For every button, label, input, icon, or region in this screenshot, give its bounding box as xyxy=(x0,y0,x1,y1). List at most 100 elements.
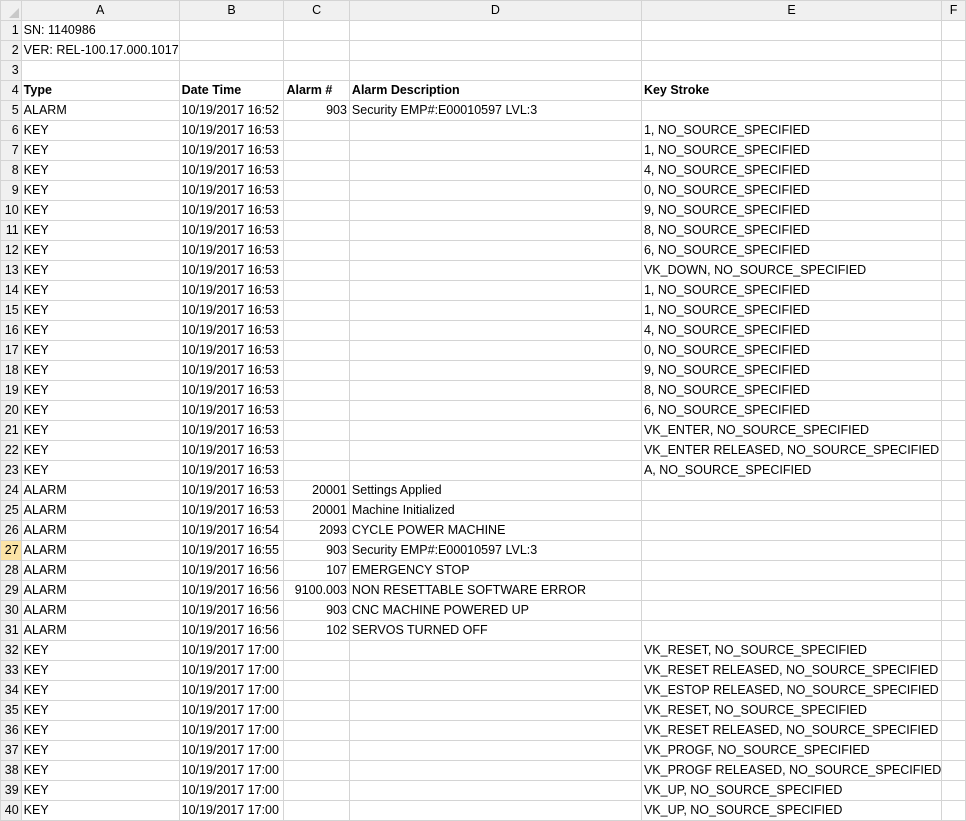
column-header-a[interactable]: A xyxy=(20,0,180,21)
cell-empty[interactable] xyxy=(941,600,966,621)
cell-key-stroke[interactable]: VK_UP, NO_SOURCE_SPECIFIED xyxy=(640,780,943,801)
cell-key-stroke[interactable]: 9, NO_SOURCE_SPECIFIED xyxy=(640,200,943,221)
column-header-c[interactable]: C xyxy=(283,0,350,21)
cell-type[interactable]: KEY xyxy=(20,220,180,241)
row-header[interactable]: 22 xyxy=(0,440,22,461)
cell-alarm-number[interactable] xyxy=(283,760,350,781)
cell-empty[interactable] xyxy=(941,560,966,581)
cell-type[interactable]: KEY xyxy=(20,700,180,721)
cell-empty[interactable] xyxy=(941,300,966,321)
cell-key-stroke[interactable] xyxy=(640,600,943,621)
cell-type[interactable]: KEY xyxy=(20,340,180,361)
row-header[interactable]: 40 xyxy=(0,800,22,821)
cell-empty[interactable] xyxy=(941,540,966,561)
row-header[interactable]: 15 xyxy=(0,300,22,321)
cell-empty[interactable] xyxy=(941,720,966,741)
cell-type[interactable]: KEY xyxy=(20,680,180,701)
cell-alarm-description[interactable] xyxy=(348,660,642,681)
cell-date-time[interactable]: 10/19/2017 17:00 xyxy=(178,640,285,661)
cell-date-time[interactable]: 10/19/2017 16:56 xyxy=(178,580,285,601)
cell-key-stroke[interactable]: 4, NO_SOURCE_SPECIFIED xyxy=(640,160,943,181)
cell-type[interactable]: KEY xyxy=(20,380,180,401)
cell-empty[interactable] xyxy=(941,160,966,181)
cell-alarm-number[interactable] xyxy=(283,60,350,81)
cell-alarm-description[interactable] xyxy=(348,60,642,81)
cell-type[interactable]: ALARM xyxy=(20,600,180,621)
cell-key-stroke[interactable]: 6, NO_SOURCE_SPECIFIED xyxy=(640,400,943,421)
cell-key-stroke[interactable] xyxy=(640,520,943,541)
cell-alarm-description[interactable]: Alarm Description xyxy=(348,80,642,101)
row-header[interactable]: 35 xyxy=(0,700,22,721)
cell-alarm-description[interactable] xyxy=(348,360,642,381)
cell-alarm-number[interactable]: 903 xyxy=(283,540,350,561)
cell-key-stroke[interactable]: 1, NO_SOURCE_SPECIFIED xyxy=(640,300,943,321)
cell-alarm-description[interactable] xyxy=(348,440,642,461)
cell-empty[interactable] xyxy=(941,340,966,361)
cell-alarm-number[interactable]: 20001 xyxy=(283,480,350,501)
cell-date-time[interactable]: 10/19/2017 16:53 xyxy=(178,340,285,361)
cell-alarm-number[interactable] xyxy=(283,140,350,161)
cell-empty[interactable] xyxy=(941,640,966,661)
cell-alarm-number[interactable]: 903 xyxy=(283,100,350,121)
cell-alarm-number[interactable]: 102 xyxy=(283,620,350,641)
cell-empty[interactable] xyxy=(941,100,966,121)
cell-alarm-description[interactable] xyxy=(348,340,642,361)
cell-key-stroke[interactable]: VK_RESET RELEASED, NO_SOURCE_SPECIFIED xyxy=(640,720,943,741)
cell-alarm-description[interactable] xyxy=(348,720,642,741)
row-header[interactable]: 33 xyxy=(0,660,22,681)
cell-key-stroke[interactable]: 0, NO_SOURCE_SPECIFIED xyxy=(640,180,943,201)
cell-alarm-description[interactable] xyxy=(348,260,642,281)
cell-empty[interactable] xyxy=(941,520,966,541)
cell-empty[interactable] xyxy=(941,80,966,101)
cell-alarm-description[interactable] xyxy=(348,40,642,61)
row-header[interactable]: 31 xyxy=(0,620,22,641)
row-header[interactable]: 29 xyxy=(0,580,22,601)
row-header[interactable]: 6 xyxy=(0,120,22,141)
cell-alarm-number[interactable] xyxy=(283,340,350,361)
cell-empty[interactable] xyxy=(941,380,966,401)
row-header[interactable]: 19 xyxy=(0,380,22,401)
cell-date-time[interactable]: 10/19/2017 16:53 xyxy=(178,180,285,201)
row-header[interactable]: 21 xyxy=(0,420,22,441)
row-header[interactable]: 1 xyxy=(0,20,22,41)
row-header[interactable]: 16 xyxy=(0,320,22,341)
cell-alarm-description[interactable] xyxy=(348,120,642,141)
column-header-f[interactable]: F xyxy=(941,0,966,21)
cell-alarm-description[interactable] xyxy=(348,300,642,321)
cell-key-stroke[interactable] xyxy=(640,20,943,41)
cell-alarm-description[interactable] xyxy=(348,240,642,261)
cell-key-stroke[interactable] xyxy=(640,560,943,581)
cell-empty[interactable] xyxy=(941,460,966,481)
cell-alarm-number[interactable] xyxy=(283,680,350,701)
cell-alarm-description[interactable] xyxy=(348,220,642,241)
cell-date-time[interactable]: 10/19/2017 17:00 xyxy=(178,780,285,801)
cell-alarm-number[interactable] xyxy=(283,700,350,721)
cell-alarm-number[interactable]: 9100.003 xyxy=(283,580,350,601)
cell-type[interactable]: KEY xyxy=(20,420,180,441)
cell-alarm-number[interactable] xyxy=(283,240,350,261)
cell-date-time[interactable]: 10/19/2017 16:53 xyxy=(178,280,285,301)
cell-alarm-number[interactable] xyxy=(283,400,350,421)
cell-type[interactable]: KEY xyxy=(20,240,180,261)
cell-alarm-number[interactable] xyxy=(283,460,350,481)
row-header[interactable]: 13 xyxy=(0,260,22,281)
row-header[interactable]: 8 xyxy=(0,160,22,181)
cell-alarm-number[interactable] xyxy=(283,200,350,221)
cell-type[interactable]: ALARM xyxy=(20,580,180,601)
cell-date-time[interactable]: 10/19/2017 16:53 xyxy=(178,140,285,161)
cell-alarm-description[interactable]: Security EMP#:E00010597 LVL:3 xyxy=(348,540,642,561)
cell-alarm-number[interactable]: 2093 xyxy=(283,520,350,541)
row-header[interactable]: 28 xyxy=(0,560,22,581)
cell-type[interactable]: KEY xyxy=(20,720,180,741)
cell-date-time[interactable]: 10/19/2017 16:53 xyxy=(178,460,285,481)
cell-type[interactable]: KEY xyxy=(20,300,180,321)
cell-date-time[interactable]: 10/19/2017 17:00 xyxy=(178,680,285,701)
cell-alarm-description[interactable] xyxy=(348,640,642,661)
cell-empty[interactable] xyxy=(941,480,966,501)
cell-type[interactable]: KEY xyxy=(20,360,180,381)
cell-alarm-description[interactable] xyxy=(348,280,642,301)
cell-empty[interactable] xyxy=(941,260,966,281)
cell-key-stroke[interactable]: 6, NO_SOURCE_SPECIFIED xyxy=(640,240,943,261)
cell-empty[interactable] xyxy=(941,40,966,61)
row-header[interactable]: 39 xyxy=(0,780,22,801)
